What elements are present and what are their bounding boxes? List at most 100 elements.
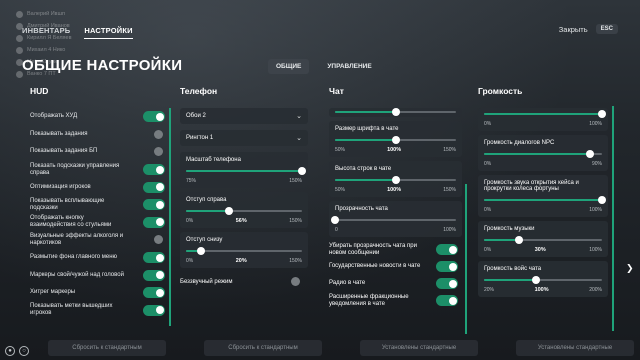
slider-track[interactable]	[484, 276, 602, 284]
chat-font-size-slider: Размер шрифта в чате 50% 100% 150%	[329, 121, 462, 157]
hud-setting-label: Хитрег маркеры	[30, 289, 76, 296]
headset-icon: ○	[19, 346, 29, 356]
hud-setting-toggle[interactable]	[143, 111, 165, 123]
slider-track[interactable]	[484, 196, 606, 204]
voice-chat-volume-slider: Громкость войс чата 20% 100% 200%	[478, 261, 608, 297]
subtab-controls[interactable]: УПРАВЛЕНИЕ	[319, 59, 379, 74]
hud-setting-toggle[interactable]	[153, 129, 165, 140]
footer: Сбросить к стандартным Сбросить к станда…	[48, 340, 634, 356]
hud-setting-row: Показывать метки вышедших игроков	[30, 302, 165, 320]
slider-track[interactable]	[484, 150, 602, 158]
esc-key-badge[interactable]: ESC	[595, 24, 618, 34]
slider-min: 75%	[186, 178, 197, 184]
hud-setting-toggle[interactable]	[143, 287, 165, 299]
reset-phone-button[interactable]: Сбросить к стандартным	[204, 340, 322, 356]
hud-setting-label: Оптимизация игроков	[30, 183, 91, 190]
top-navigation: ИНВЕНТАРЬ НАСТРОЙКИ	[22, 26, 133, 39]
chat-defaults-status[interactable]: Установлены стандартные	[360, 340, 478, 356]
hud-setting-toggle[interactable]	[143, 199, 165, 211]
slider-handle[interactable]	[298, 167, 306, 175]
slider-min: 0%	[186, 218, 194, 224]
slider-track[interactable]	[186, 247, 302, 255]
slider-min: 20%	[484, 287, 495, 293]
slider-current-value: 100%	[534, 287, 549, 293]
slider-current-value: 56%	[235, 218, 247, 224]
chat-opacity-slider: Прозрачность чата 0 100%	[329, 201, 462, 237]
slider-current-value: 100%	[387, 187, 402, 193]
slider-track[interactable]	[186, 207, 302, 215]
subtab-general[interactable]: ОБЩИЕ	[268, 59, 310, 74]
silent-mode-row: Беззвучный режим	[180, 272, 308, 287]
hud-setting-label: Показывать всплывающие подсказки	[30, 197, 105, 211]
slider-track[interactable]	[484, 110, 606, 118]
slider-scale: 75% 150%	[186, 178, 302, 184]
reset-hud-button[interactable]: Сбросить к стандартным	[48, 340, 166, 356]
slider-handle[interactable]	[586, 150, 595, 158]
hud-setting-toggle[interactable]	[143, 304, 165, 316]
hud-setting-toggle[interactable]	[153, 146, 165, 157]
hud-setting-row: Размытие фона главного меню	[30, 249, 165, 267]
hud-setting-toggle[interactable]	[143, 269, 165, 281]
tab-inventory[interactable]: ИНВЕНТАРЬ	[22, 26, 70, 39]
chat-scrollbar[interactable]	[465, 184, 467, 334]
slider-handle[interactable]	[515, 236, 524, 244]
slider-handle[interactable]	[391, 176, 400, 184]
slider-track[interactable]	[484, 236, 602, 244]
hud-setting-row: Оптимизация игроков	[30, 178, 165, 196]
hud-scrollbar[interactable]	[169, 108, 171, 326]
hud-setting-toggle[interactable]	[153, 234, 165, 245]
slider-handle[interactable]	[225, 207, 234, 215]
chat-setting-toggle[interactable]	[436, 278, 458, 289]
hud-setting-label: Визуальные эффекты алкоголя и наркотиков	[30, 232, 124, 246]
volume-defaults-status[interactable]: Установлены стандартные	[516, 340, 634, 356]
phone-column: Телефон Обои 2 ⌄ Рингтон 1 ⌄ Масштаб тел…	[180, 86, 308, 336]
chat-partial-slider	[329, 108, 462, 117]
tab-settings[interactable]: НАСТРОЙКИ	[84, 26, 133, 39]
hud-setting-row: Визуальные эффекты алкоголя и наркотиков	[30, 231, 165, 249]
slider-min: 0%	[484, 247, 492, 253]
slider-track[interactable]	[335, 176, 456, 184]
chat-setting-row: Расширенные фракционные уведомления в ча…	[329, 292, 462, 309]
volume-scrollbar[interactable]	[612, 106, 614, 331]
hud-setting-toggle[interactable]	[143, 181, 165, 193]
slider-min: 50%	[335, 187, 346, 193]
hud-setting-toggle[interactable]	[143, 216, 165, 228]
ringtone-value: Рингтон 1	[186, 135, 214, 141]
silent-mode-label: Беззвучный режим	[180, 278, 233, 285]
volume-title: Громкость	[478, 86, 523, 96]
slider-handle[interactable]	[197, 247, 206, 255]
slider-handle[interactable]	[331, 216, 339, 224]
hud-setting-row: Маркеры свой/чужой над головой	[30, 266, 165, 284]
slider-track[interactable]	[331, 216, 456, 224]
hud-setting-row: Показывать задания	[30, 126, 165, 144]
hud-setting-toggle[interactable]	[143, 252, 165, 264]
hud-setting-label: Показывать метки вышедших игроков	[30, 303, 113, 317]
chat-setting-row: Убирать прозрачность чата при новом сооб…	[329, 241, 462, 258]
slider-handle[interactable]	[532, 276, 541, 284]
slider-scale: 50% 100% 150%	[335, 187, 456, 193]
chat-setting-toggle[interactable]	[436, 295, 458, 306]
chat-partial-track[interactable]	[335, 108, 456, 116]
slider-label: Громкость музыки	[484, 226, 535, 232]
slider-handle[interactable]	[598, 110, 606, 118]
slider-track[interactable]	[335, 136, 456, 144]
silent-mode-toggle[interactable]	[290, 276, 302, 287]
close-control[interactable]: Закрыть ESC	[559, 24, 618, 34]
slider-label: Громкость войс чата	[484, 266, 542, 272]
hud-setting-label: Показать подсказки управления справа	[30, 162, 120, 176]
ringtone-select[interactable]: Рингтон 1 ⌄	[180, 130, 308, 146]
chat-toggle-list: Убирать прозрачность чата при новом сооб…	[329, 241, 462, 309]
chat-setting-toggle[interactable]	[436, 261, 458, 272]
microphone-icon: ●	[5, 346, 15, 356]
mouse-cursor-icon: ❯	[626, 263, 634, 273]
wallpaper-select[interactable]: Обои 2 ⌄	[180, 108, 308, 124]
close-label[interactable]: Закрыть	[559, 25, 588, 34]
hud-title: HUD	[30, 86, 49, 96]
hud-setting-toggle[interactable]	[143, 164, 165, 176]
slider-handle[interactable]	[391, 136, 400, 144]
slider-track[interactable]	[186, 167, 306, 175]
slider-handle[interactable]	[598, 196, 606, 204]
slider-min: 0	[335, 227, 338, 233]
chat-setting-toggle[interactable]	[436, 244, 458, 255]
music-volume-slider: Громкость музыки 0% 30% 100%	[478, 221, 608, 257]
